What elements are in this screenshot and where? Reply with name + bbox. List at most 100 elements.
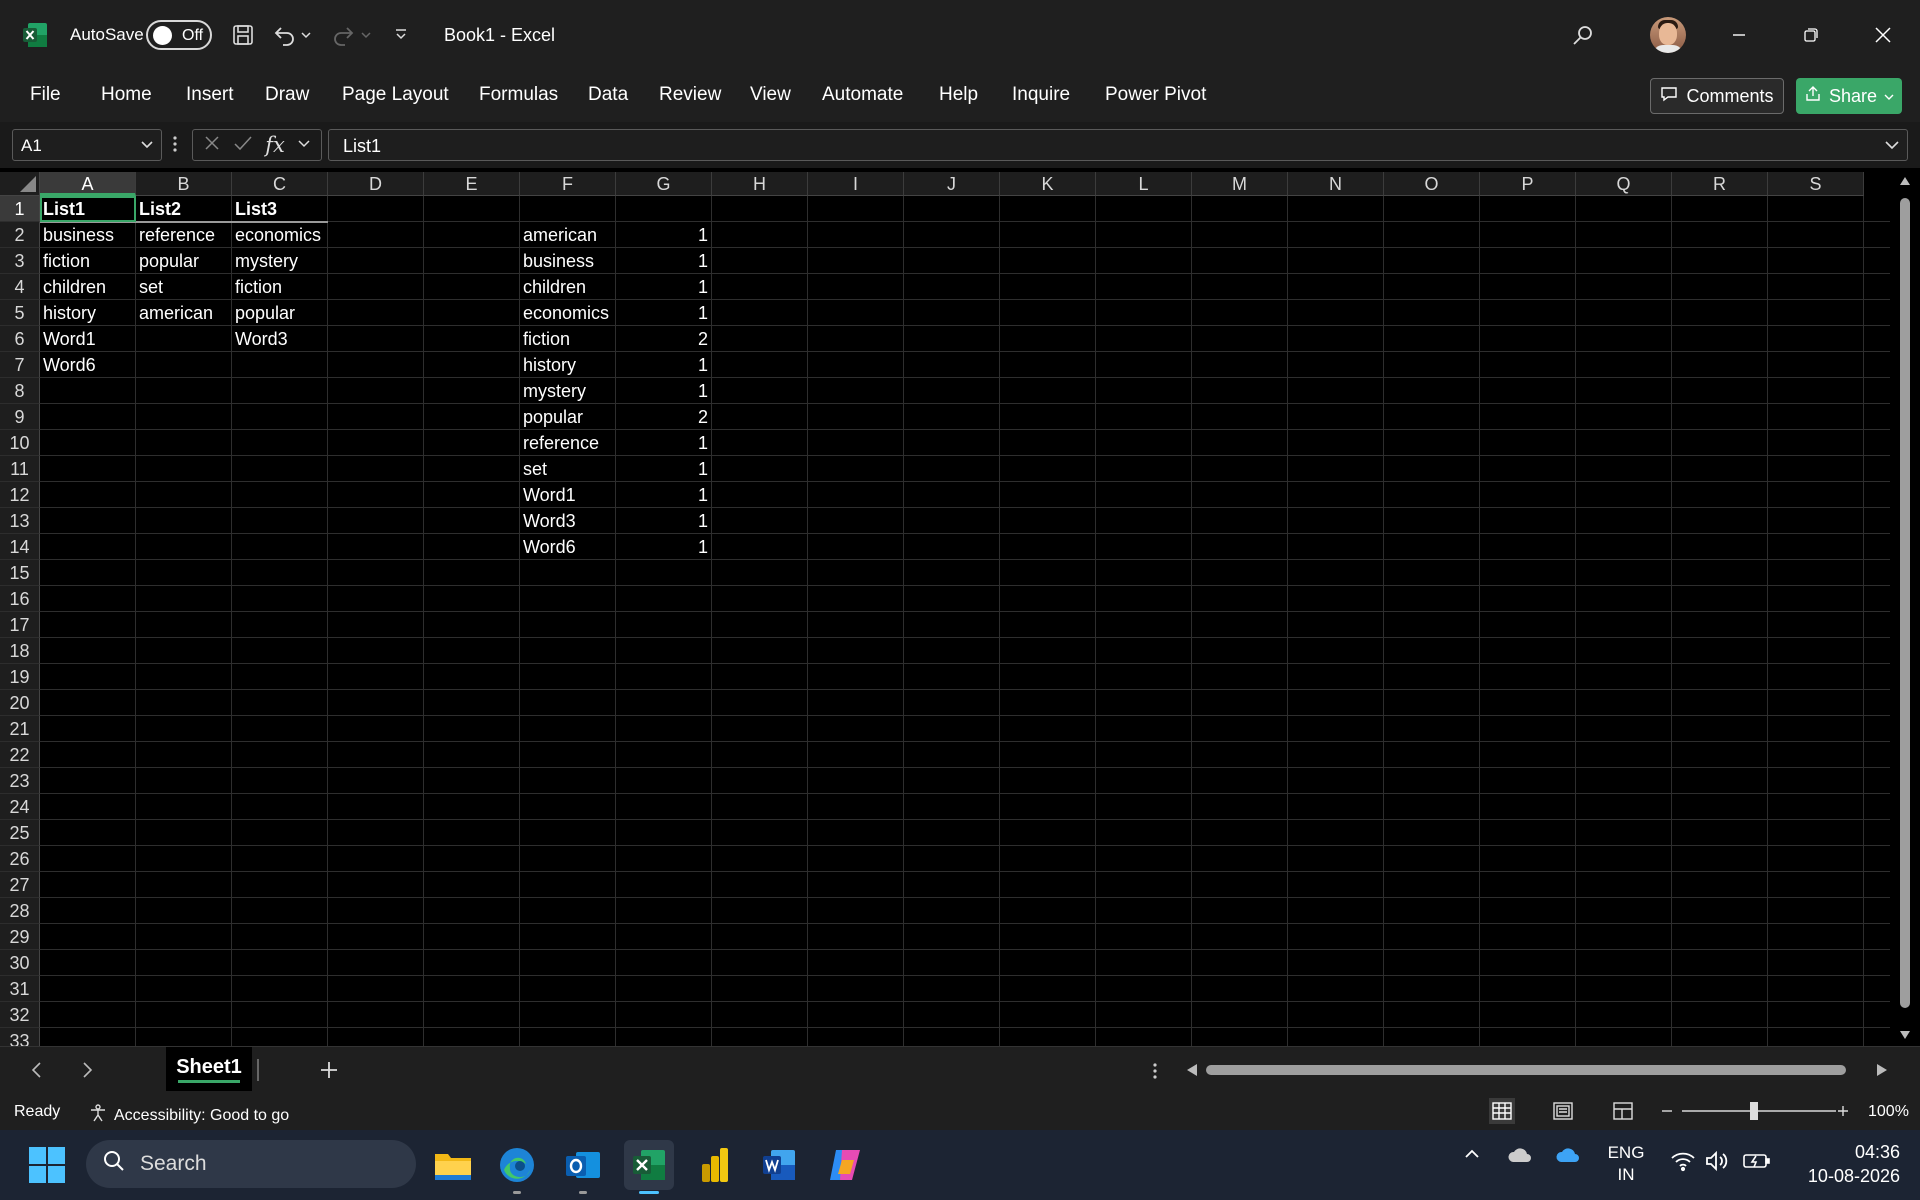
- row-header-8[interactable]: 8: [0, 378, 40, 404]
- row-header-16[interactable]: 16: [0, 586, 40, 612]
- cell-g10[interactable]: 1: [616, 430, 711, 456]
- row-header-18[interactable]: 18: [0, 638, 40, 664]
- page-break-view-icon[interactable]: [1610, 1098, 1636, 1124]
- cell-f2[interactable]: american: [520, 222, 615, 248]
- normal-view-icon[interactable]: [1489, 1098, 1515, 1124]
- row-header-9[interactable]: 9: [0, 404, 40, 430]
- cell-f8[interactable]: mystery: [520, 378, 615, 404]
- cell-g7[interactable]: 1: [616, 352, 711, 378]
- cell-g3[interactable]: 1: [616, 248, 711, 274]
- row-header-19[interactable]: 19: [0, 664, 40, 690]
- tab-formulas[interactable]: Formulas: [479, 84, 558, 106]
- taskbar-search[interactable]: Search: [86, 1140, 416, 1188]
- windows-start-icon[interactable]: [28, 1146, 66, 1189]
- zoom-slider-thumb[interactable]: [1750, 1102, 1758, 1120]
- row-header-26[interactable]: 26: [0, 846, 40, 872]
- row-header-27[interactable]: 27: [0, 872, 40, 898]
- row-header-5[interactable]: 5: [0, 300, 40, 326]
- name-box[interactable]: A1: [12, 129, 162, 161]
- tab-inquire[interactable]: Inquire: [1012, 84, 1070, 106]
- close-icon[interactable]: [1868, 20, 1898, 50]
- cell-f5[interactable]: economics: [520, 300, 615, 326]
- zoom-out-icon[interactable]: [1660, 1102, 1674, 1125]
- row-header-24[interactable]: 24: [0, 794, 40, 820]
- cell-a3[interactable]: fiction: [40, 248, 135, 274]
- row-header-28[interactable]: 28: [0, 898, 40, 924]
- row-header-13[interactable]: 13: [0, 508, 40, 534]
- cell-a6[interactable]: Word1: [40, 326, 135, 352]
- tab-insert[interactable]: Insert: [186, 84, 234, 106]
- row-header-30[interactable]: 30: [0, 950, 40, 976]
- tab-data[interactable]: Data: [588, 84, 628, 106]
- row-header-4[interactable]: 4: [0, 274, 40, 300]
- cell-a7[interactable]: Word6: [40, 352, 135, 378]
- cell-g13[interactable]: 1: [616, 508, 711, 534]
- cell-b2[interactable]: reference: [136, 222, 231, 248]
- cell-g11[interactable]: 1: [616, 456, 711, 482]
- cell-g8[interactable]: 1: [616, 378, 711, 404]
- row-header-7[interactable]: 7: [0, 352, 40, 378]
- outlook-icon[interactable]: [558, 1140, 608, 1194]
- row-header-6[interactable]: 6: [0, 326, 40, 352]
- add-sheet-icon[interactable]: [318, 1059, 340, 1086]
- cell-f3[interactable]: business: [520, 248, 615, 274]
- column-header-l[interactable]: L: [1096, 172, 1192, 196]
- comments-button[interactable]: Comments: [1650, 78, 1784, 114]
- language-indicator[interactable]: ENG IN: [1606, 1142, 1646, 1186]
- column-header-g[interactable]: G: [616, 172, 712, 196]
- cell-b3[interactable]: popular: [136, 248, 231, 274]
- zoom-level[interactable]: 100%: [1868, 1103, 1909, 1121]
- word-icon[interactable]: [754, 1140, 804, 1190]
- cell-a5[interactable]: history: [40, 300, 135, 326]
- row-header-17[interactable]: 17: [0, 612, 40, 638]
- cell-f11[interactable]: set: [520, 456, 615, 482]
- row-header-14[interactable]: 14: [0, 534, 40, 560]
- power-bi-icon[interactable]: [690, 1140, 740, 1190]
- column-header-k[interactable]: K: [1000, 172, 1096, 196]
- tab-help[interactable]: Help: [939, 84, 978, 106]
- cell-g2[interactable]: 1: [616, 222, 711, 248]
- onedrive-icon[interactable]: [1554, 1144, 1582, 1171]
- more-options-icon[interactable]: [1152, 1061, 1158, 1086]
- select-all-corner[interactable]: [0, 172, 40, 196]
- cell-g6[interactable]: 2: [616, 326, 711, 352]
- column-header-r[interactable]: R: [1672, 172, 1768, 196]
- column-header-s[interactable]: S: [1768, 172, 1864, 196]
- cell-c6[interactable]: Word3: [232, 326, 327, 352]
- enter-icon[interactable]: [233, 134, 253, 157]
- cell-f7[interactable]: history: [520, 352, 615, 378]
- cell-c4[interactable]: fiction: [232, 274, 327, 300]
- row-header-3[interactable]: 3: [0, 248, 40, 274]
- cancel-icon[interactable]: [203, 134, 221, 157]
- column-header-f[interactable]: F: [520, 172, 616, 196]
- column-header-e[interactable]: E: [424, 172, 520, 196]
- row-header-23[interactable]: 23: [0, 768, 40, 794]
- row-header-31[interactable]: 31: [0, 976, 40, 1002]
- tab-draw[interactable]: Draw: [265, 84, 309, 106]
- tab-page-layout[interactable]: Page Layout: [342, 84, 449, 106]
- column-header-q[interactable]: Q: [1576, 172, 1672, 196]
- cell-b1[interactable]: List2: [136, 196, 231, 222]
- system-clock[interactable]: 04:36 10-08-2026: [1790, 1140, 1900, 1188]
- accessibility-status[interactable]: Accessibility: Good to go: [88, 1103, 289, 1128]
- autosave-toggle[interactable]: Off: [146, 20, 212, 50]
- column-header-b[interactable]: B: [136, 172, 232, 196]
- chevron-down-icon[interactable]: [297, 136, 311, 155]
- row-header-25[interactable]: 25: [0, 820, 40, 846]
- file-explorer-icon[interactable]: [428, 1140, 478, 1190]
- row-header-15[interactable]: 15: [0, 560, 40, 586]
- chevron-left-icon[interactable]: [30, 1061, 44, 1084]
- column-header-n[interactable]: N: [1288, 172, 1384, 196]
- volume-icon[interactable]: [1704, 1150, 1728, 1177]
- chevron-up-icon[interactable]: [1462, 1144, 1482, 1169]
- cell-a4[interactable]: children: [40, 274, 135, 300]
- column-header-p[interactable]: P: [1480, 172, 1576, 196]
- row-header-1[interactable]: 1: [0, 196, 40, 222]
- cell-g12[interactable]: 1: [616, 482, 711, 508]
- column-header-o[interactable]: O: [1384, 172, 1480, 196]
- column-header-m[interactable]: M: [1192, 172, 1288, 196]
- undo-dropdown-icon[interactable]: [298, 20, 314, 50]
- cell-b4[interactable]: set: [136, 274, 231, 300]
- tab-automate[interactable]: Automate: [822, 84, 903, 106]
- battery-icon[interactable]: [1742, 1150, 1772, 1177]
